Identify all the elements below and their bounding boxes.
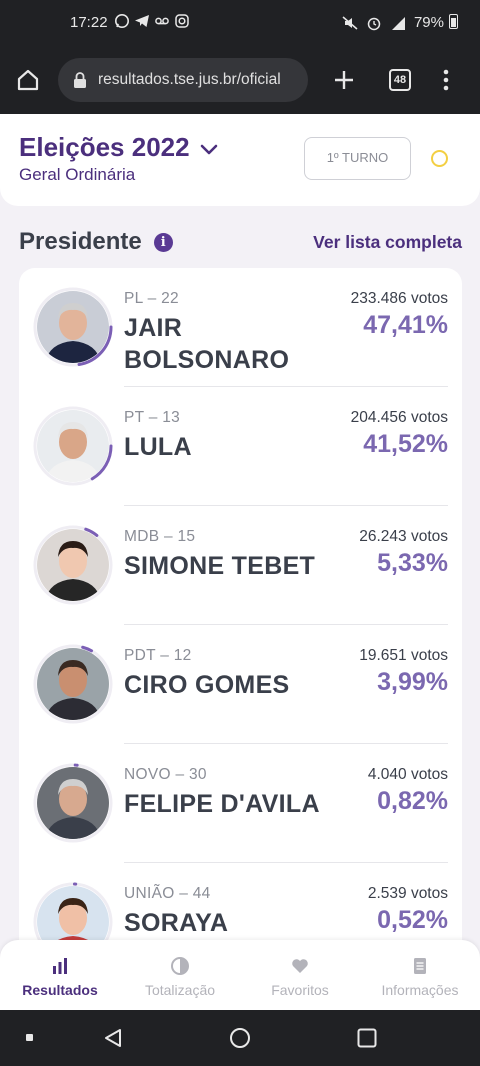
nav-informacoes[interactable]: Informações	[360, 956, 480, 998]
candidate-list: PL – 22 JAIR BOLSONARO 233.486 votos 47,…	[19, 268, 462, 1010]
nav-label: Totalização	[144, 982, 216, 998]
see-full-list-link[interactable]: Ver lista completa	[313, 232, 462, 253]
battery-percent: 79%	[413, 14, 444, 31]
bar-chart-icon	[50, 956, 70, 976]
status-indicator-icon	[431, 150, 448, 167]
candidate-photo	[37, 767, 109, 839]
bottom-navigation: Resultados Totalização Favoritos Informa…	[0, 940, 480, 1010]
candidate-votes: 2.539 votos	[367, 885, 448, 902]
page-content: Eleições 2022 Geral Ordinária 1º TURNO P…	[0, 114, 480, 1010]
candidate-party: NOVO – 30	[124, 766, 207, 783]
status-time: 17:22	[70, 14, 108, 31]
candidate-photo	[37, 291, 109, 363]
system-dot-icon	[26, 1034, 33, 1041]
candidate-percent: 5,33%	[377, 549, 448, 577]
section-header: Presidente i	[19, 228, 173, 256]
url-text: resultados.tse.jus.br/oficial	[98, 71, 281, 88]
info-icon[interactable]: i	[153, 232, 173, 252]
new-tab-icon[interactable]	[332, 68, 356, 92]
nav-favoritos[interactable]: Favoritos	[240, 956, 360, 998]
instagram-icon	[174, 13, 190, 29]
candidate-photo	[37, 529, 109, 601]
candidate-percent: 41,52%	[363, 430, 448, 458]
election-title: Eleições 2022	[19, 132, 190, 162]
candidate-percent: 0,82%	[377, 787, 448, 815]
nav-totalizacao[interactable]: Totalização	[120, 956, 240, 998]
candidate-name: FELIPE D'AVILA	[124, 788, 320, 820]
candidate-percent: 0,52%	[377, 906, 448, 934]
candidate-votes: 233.486 votos	[350, 290, 448, 307]
candidate-votes: 26.243 votos	[359, 528, 448, 545]
candidate-name-line: JAIR	[124, 314, 183, 342]
candidate-row[interactable]: PT – 13 LULA 204.456 votos 41,52%	[19, 387, 462, 506]
candidate-party: PDT – 12	[124, 647, 192, 664]
candidate-name: SORAYA	[124, 907, 228, 939]
candidate-votes: 204.456 votos	[350, 409, 448, 426]
lock-icon	[72, 71, 88, 89]
candidate-name-line: FELIPE D'AVILA	[124, 790, 320, 818]
back-icon[interactable]	[102, 1027, 124, 1054]
chevron-down-icon	[200, 132, 218, 163]
candidate-avatar	[32, 286, 114, 368]
pie-chart-icon	[170, 956, 190, 976]
candidate-percent: 3,99%	[377, 668, 448, 696]
candidate-avatar	[32, 643, 114, 725]
candidate-votes: 19.651 votos	[359, 647, 448, 664]
system-navigation-bar	[0, 1010, 480, 1066]
heart-icon	[290, 956, 310, 976]
candidate-name-line: BOLSONARO	[124, 346, 290, 374]
candidate-percent: 47,41%	[363, 311, 448, 339]
candidate-votes: 4.040 votos	[367, 766, 448, 783]
voicemail-icon	[154, 13, 170, 29]
candidate-name-line: LULA	[124, 433, 192, 461]
turno-button[interactable]: 1º TURNO	[304, 137, 411, 180]
address-bar[interactable]: resultados.tse.jus.br/oficial	[58, 58, 308, 102]
candidate-row[interactable]: MDB – 15 SIMONE TEBET 26.243 votos 5,33%	[19, 506, 462, 625]
tab-switcher-button[interactable]: 48	[389, 69, 411, 91]
alarm-icon	[366, 15, 382, 31]
mute-icon	[342, 15, 358, 31]
battery-icon	[449, 14, 458, 29]
recents-icon[interactable]	[356, 1027, 378, 1054]
candidate-name-line: CIRO GOMES	[124, 671, 290, 699]
candidate-name: CIRO GOMES	[124, 669, 290, 701]
document-icon	[410, 956, 430, 976]
browser-toolbar: resultados.tse.jus.br/oficial 48	[0, 46, 480, 114]
nav-resultados[interactable]: Resultados	[0, 956, 120, 998]
whatsapp-icon	[114, 13, 130, 29]
status-bar: 17:22 79%	[0, 0, 480, 46]
nav-label: Informações	[381, 982, 459, 998]
telegram-icon	[134, 13, 150, 29]
candidate-name: SIMONE TEBET	[124, 550, 315, 582]
signal-icon	[390, 15, 406, 31]
candidate-party: UNIÃO – 44	[124, 885, 211, 902]
candidate-name: LULA	[124, 431, 192, 463]
candidate-name: JAIR BOLSONARO	[124, 312, 289, 376]
nav-label: Resultados	[22, 982, 98, 998]
nav-label: Favoritos	[271, 982, 329, 998]
home-nav-icon[interactable]	[229, 1027, 251, 1054]
candidate-row[interactable]: NOVO – 30 FELIPE D'AVILA 4.040 votos 0,8…	[19, 744, 462, 863]
candidate-avatar	[32, 405, 114, 487]
section-title: Presidente	[19, 228, 142, 255]
home-icon[interactable]	[14, 66, 42, 94]
election-header: Eleições 2022 Geral Ordinária 1º TURNO	[0, 114, 480, 206]
candidate-row[interactable]: PL – 22 JAIR BOLSONARO 233.486 votos 47,…	[19, 268, 462, 387]
candidate-party: PL – 22	[124, 290, 179, 307]
candidate-photo	[37, 648, 109, 720]
more-menu-icon[interactable]	[436, 68, 456, 92]
candidate-row[interactable]: PDT – 12 CIRO GOMES 19.651 votos 3,99%	[19, 625, 462, 744]
candidate-party: MDB – 15	[124, 528, 196, 545]
candidate-party: PT – 13	[124, 409, 181, 426]
election-subtitle: Geral Ordinária	[19, 165, 136, 184]
election-selector[interactable]: Eleições 2022	[19, 132, 218, 163]
candidate-photo	[37, 410, 109, 482]
candidate-avatar	[32, 762, 114, 844]
candidate-name-line: SIMONE TEBET	[124, 552, 316, 580]
candidate-avatar	[32, 524, 114, 606]
candidate-name-line: SORAYA	[124, 909, 229, 937]
